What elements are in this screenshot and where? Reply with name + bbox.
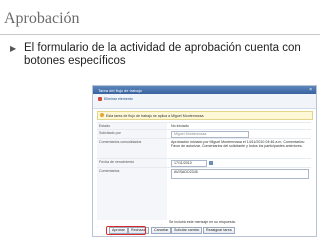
dialog-title: Tarea del flujo de trabajo xyxy=(98,88,142,93)
comments-textarea[interactable]: AVISADO2345 xyxy=(171,169,309,179)
reply-note: Se incluirá este mensaje en su respuesta… xyxy=(169,220,236,224)
form-row-comments: Comentarios AVISADO2345 xyxy=(97,167,311,220)
request-change-button[interactable]: Solicitar cambio xyxy=(171,227,203,234)
form-row-consolidated-comments: Comentarios consolidados Aprobación inic… xyxy=(97,138,311,159)
due-date-input[interactable]: 17/11/2010 xyxy=(171,160,207,167)
reassign-task-button[interactable]: Reasignar tarea xyxy=(203,227,235,234)
slide-title: Aprobación xyxy=(4,10,80,27)
dialog-titlebar: Tarea del flujo de trabajo × xyxy=(93,86,316,94)
delete-icon[interactable] xyxy=(98,97,102,101)
calendar-icon[interactable] xyxy=(209,161,213,166)
close-icon[interactable]: × xyxy=(309,87,312,93)
consolidated-comments-value: Aprobación iniciado por Miguel Montenros… xyxy=(171,140,305,148)
consolidated-comments-label: Comentarios consolidados xyxy=(97,139,167,159)
info-icon xyxy=(100,113,104,117)
cancel-button[interactable]: Cancelar xyxy=(151,227,172,234)
dialog-toolbar: Eliminar elemento xyxy=(93,94,316,109)
bullet-point: ▶ El formulario de la actividad de aprob… xyxy=(10,42,310,68)
requested-by-input[interactable]: Miguel Montenrossa xyxy=(171,131,249,138)
delete-item-link[interactable]: Eliminar elemento xyxy=(104,97,133,101)
comments-cell: AVISADO2345 xyxy=(169,168,311,220)
bullet-text: El formulario de la actividad de aprobac… xyxy=(24,42,301,67)
highlight-box xyxy=(106,226,146,235)
comments-label: Comentarios xyxy=(97,168,167,220)
info-notice: Esta tarea de flujo de trabajo se aplica… xyxy=(97,111,313,120)
title-divider xyxy=(0,34,320,35)
bullet-arrow-icon: ▶ xyxy=(10,44,17,53)
workflow-task-screenshot: Tarea del flujo de trabajo × Eliminar el… xyxy=(92,85,317,237)
notice-text: Esta tarea de flujo de trabajo se aplica… xyxy=(106,113,204,118)
